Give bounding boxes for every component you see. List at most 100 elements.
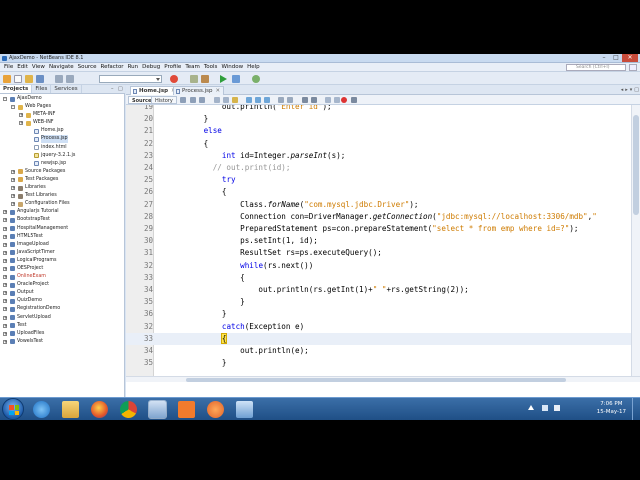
code-line[interactable]: 32 catch(Exception e) — [126, 321, 631, 333]
expand-icon[interactable]: + — [3, 234, 7, 239]
scrollbar-thumb[interactable] — [633, 115, 639, 215]
code-line[interactable]: 21 else — [126, 125, 631, 137]
scrollbar-thumb[interactable] — [186, 378, 566, 382]
code-line[interactable]: 33 { — [126, 272, 631, 284]
panel-minimize-icon[interactable]: – — [111, 86, 116, 92]
expand-icon[interactable]: + — [19, 121, 23, 126]
tree-node[interactable]: - AjaxDemo — [0, 95, 125, 103]
window-titlebar[interactable]: AjaxDemo - NetBeans IDE 8.1 – □ ✕ — [0, 54, 640, 63]
menu-profile[interactable]: Profile — [162, 64, 183, 70]
open-project-icon[interactable] — [25, 75, 33, 83]
panel-close-icon[interactable]: □ — [118, 86, 123, 92]
editor-tab-process[interactable]: Process.jsp ✕ — [173, 86, 225, 95]
netbeans-taskbar-icon[interactable] — [148, 400, 167, 419]
internet-explorer-icon[interactable] — [33, 401, 50, 418]
stop-record-icon[interactable] — [341, 97, 347, 103]
save-all-icon[interactable] — [36, 75, 44, 83]
code-line[interactable]: 23 int id=Integer.parseInt(s); — [126, 150, 631, 162]
code-line[interactable]: 19 out.println("Enter id"); — [126, 105, 631, 113]
expand-icon[interactable]: + — [11, 169, 15, 174]
minimize-button[interactable]: – — [598, 54, 610, 62]
expand-icon[interactable]: + — [3, 250, 7, 255]
code-line[interactable]: 35 } — [126, 296, 631, 308]
menu-edit[interactable]: Edit — [15, 64, 30, 70]
editor-horizontal-scrollbar[interactable] — [126, 376, 640, 382]
code-line[interactable]: 30 ps.setInt(1, id); — [126, 235, 631, 247]
menu-refactor[interactable]: Refactor — [99, 64, 126, 70]
start-button[interactable] — [2, 398, 24, 420]
expand-icon[interactable]: + — [11, 177, 15, 182]
tree-node[interactable]: + WEB-INF — [0, 119, 125, 127]
new-project-icon[interactable] — [3, 75, 11, 83]
tree-node[interactable]: - Web Pages — [0, 103, 125, 111]
search-input[interactable]: Search (Ctrl+I) — [566, 64, 626, 71]
menu-navigate[interactable]: Navigate — [47, 64, 76, 70]
xampp-icon[interactable] — [178, 401, 195, 418]
shift-right-icon[interactable] — [287, 97, 293, 103]
tree-node[interactable]: + BootstrapTest — [0, 216, 125, 224]
code-line[interactable]: 28 Connection con=DriverManager.getConne… — [126, 211, 631, 223]
tree-node[interactable]: + QuizDemo — [0, 297, 125, 305]
debug-icon[interactable] — [232, 75, 240, 83]
code-line[interactable]: 25 try — [126, 174, 631, 186]
previous-bookmark-icon[interactable] — [246, 97, 252, 103]
profile-icon[interactable] — [252, 75, 260, 83]
code-line[interactable]: 32 while(rs.next()) — [126, 260, 631, 272]
last-edit-icon[interactable] — [180, 97, 186, 103]
next-bookmark-icon[interactable] — [255, 97, 261, 103]
close-button[interactable]: ✕ — [622, 54, 638, 62]
find-previous-icon[interactable] — [214, 97, 220, 103]
tab-services[interactable]: Services — [51, 85, 82, 93]
menu-team[interactable]: Team — [183, 64, 202, 70]
menu-help[interactable]: Help — [245, 64, 262, 70]
expand-icon[interactable]: + — [3, 339, 7, 344]
tree-node[interactable]: + RegistrationDemo — [0, 305, 125, 313]
tree-node[interactable]: + ServletUpload — [0, 314, 125, 322]
uncomment-icon[interactable] — [334, 97, 340, 103]
menu-run[interactable]: Run — [126, 64, 141, 70]
expand-icon[interactable]: + — [11, 186, 15, 191]
code-line[interactable]: 29 PreparedStatement ps=con.prepareState… — [126, 223, 631, 235]
show-opened-documents-icon[interactable]: ▾ — [630, 87, 633, 93]
tree-node[interactable]: + Libraries — [0, 184, 125, 192]
expand-icon[interactable]: + — [3, 323, 7, 328]
start-macro-icon[interactable] — [302, 97, 308, 103]
minimize-windows-button[interactable] — [629, 64, 637, 71]
code-line[interactable]: 27 Class.forName("com.mysql.jdbc.Driver"… — [126, 199, 631, 211]
expand-icon[interactable]: + — [3, 242, 7, 247]
firefox-icon[interactable] — [91, 401, 108, 418]
collapse-icon[interactable]: - — [3, 97, 7, 101]
code-line[interactable]: 24 // out.print(id); — [126, 162, 631, 174]
collapse-icon[interactable]: - — [11, 105, 15, 110]
tree-node[interactable]: + Test Packages — [0, 176, 125, 184]
maximize-editor-icon[interactable]: □ — [634, 87, 639, 93]
undo-icon[interactable] — [55, 75, 63, 83]
code-line[interactable]: 22 { — [126, 138, 631, 150]
clean-build-icon[interactable] — [190, 75, 198, 83]
menu-debug[interactable]: Debug — [140, 64, 162, 70]
tree-node[interactable]: + META-INF — [0, 111, 125, 119]
new-file-icon[interactable] — [14, 75, 22, 83]
tree-node[interactable]: + OnlineExam — [0, 273, 125, 281]
code-area[interactable]: 19 out.println("Enter id"); 20 } 21 else 22… — [126, 105, 631, 376]
menu-tools[interactable]: Tools — [202, 64, 220, 70]
expand-icon[interactable]: + — [3, 266, 7, 271]
toggle-bookmark-icon[interactable] — [264, 97, 270, 103]
run-icon[interactable] — [220, 75, 227, 83]
code-line[interactable]: 35 } — [126, 357, 631, 369]
file-explorer-icon[interactable] — [62, 401, 79, 418]
menu-source[interactable]: Source — [76, 64, 99, 70]
tree-node[interactable]: + Test Libraries — [0, 192, 125, 200]
expand-icon[interactable]: + — [3, 275, 7, 280]
stop-macro-icon[interactable] — [311, 97, 317, 103]
tree-node[interactable]: Home.jsp — [0, 127, 125, 135]
tray-arrow-icon[interactable] — [528, 405, 534, 410]
close-tab-icon[interactable]: ✕ — [216, 88, 221, 94]
expand-icon[interactable]: + — [3, 315, 7, 320]
tree-node[interactable]: + ImageUpload — [0, 241, 125, 249]
build-icon[interactable] — [201, 75, 209, 83]
redo-icon[interactable] — [66, 75, 74, 83]
tree-node[interactable]: + Output — [0, 289, 125, 297]
tab-projects[interactable]: Projects — [0, 85, 33, 93]
expand-icon[interactable]: + — [3, 226, 7, 231]
